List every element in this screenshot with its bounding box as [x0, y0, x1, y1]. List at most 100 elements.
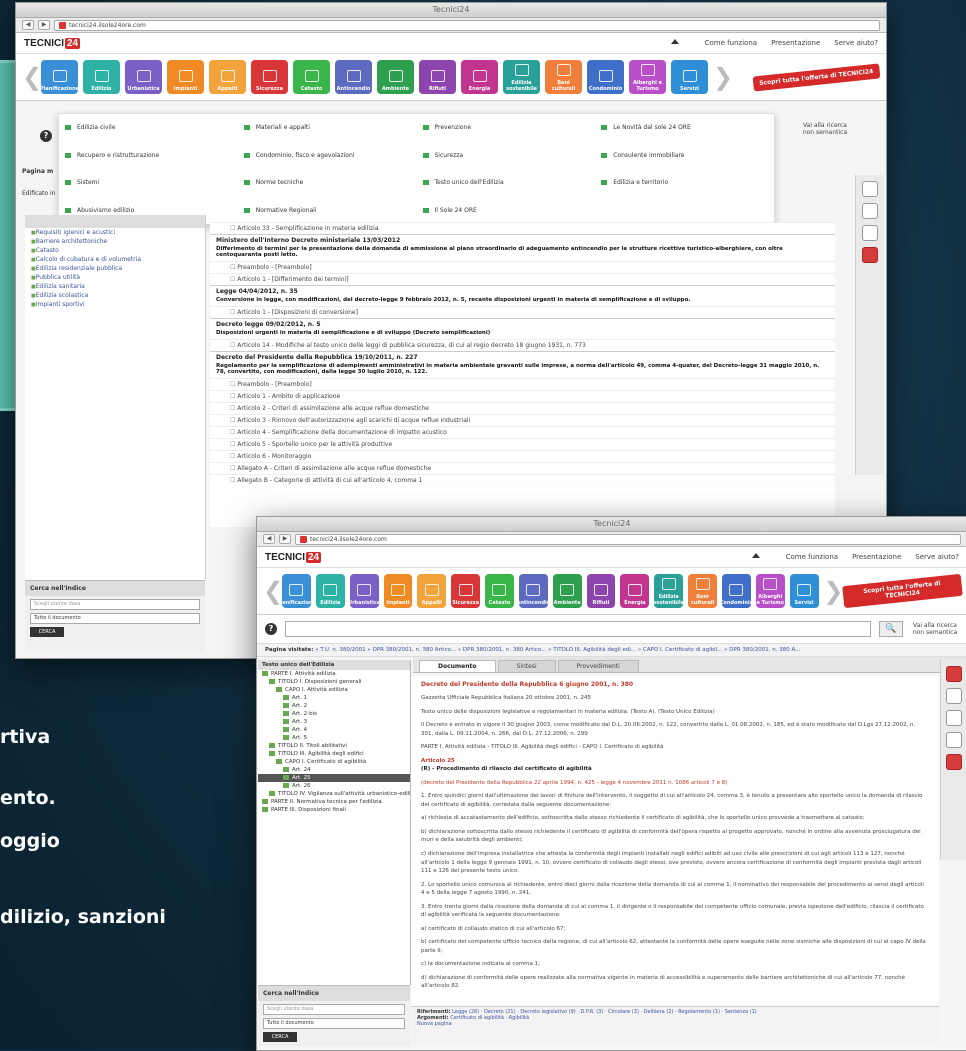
category-tile[interactable]: Sicurezza	[251, 60, 288, 94]
document-article-link[interactable]: Preambolo - [Preambolo]	[210, 261, 835, 273]
scope-select[interactable]: Tutto il documento	[263, 1018, 405, 1029]
semantic-search-input[interactable]	[285, 621, 871, 637]
category-tile[interactable]: Beni culturali	[688, 574, 717, 608]
mega-menu-item[interactable]: Sistemi	[59, 169, 238, 197]
mega-menu-item[interactable]: Normative Regionali	[238, 197, 417, 225]
notes-icon[interactable]	[946, 732, 962, 748]
header-link-aiuto[interactable]: Serve aiuto?	[915, 553, 959, 561]
document-article-link[interactable]: Articolo 1 - [Disposizioni di conversion…	[210, 306, 835, 318]
document-article-link[interactable]: Articolo 1 - [Differimento dei termini]	[210, 273, 835, 285]
tree-node[interactable]: Art. 5	[258, 734, 410, 742]
new-page-link[interactable]: Nuova pagina	[417, 1021, 933, 1027]
toolbar-prev-icon[interactable]: ❮	[263, 568, 283, 614]
search-button[interactable]: CERCA	[263, 1032, 297, 1042]
category-tile[interactable]: Catasto	[293, 60, 330, 94]
document-article-link[interactable]: Articolo 6 - Monitoraggio	[210, 450, 835, 462]
category-tile[interactable]: Ambiente	[552, 574, 582, 608]
mega-menu-item[interactable]: Prevenzione	[417, 114, 596, 142]
category-tile[interactable]: Impianti	[383, 574, 413, 608]
category-tile[interactable]: Pianificazione	[282, 574, 311, 608]
mega-menu-item[interactable]: Condominio, fisco e agevolazioni	[238, 142, 417, 170]
category-tile[interactable]: Impianti	[167, 60, 204, 94]
mega-menu-item[interactable]: Testo unico dell'Edilizia	[417, 169, 596, 197]
search-icon[interactable]: 🔍	[879, 621, 903, 637]
category-tile[interactable]: Edilizia sostenibile	[654, 574, 684, 608]
document-article-link[interactable]: Articolo 14 - Modifiche al testo unico d…	[210, 339, 835, 351]
toolbar-next-icon[interactable]: ❯	[824, 568, 844, 614]
breadcrumb-item[interactable]: T.U. n. 380/2001	[320, 647, 365, 653]
toolbar-next-icon[interactable]: ❯	[713, 54, 733, 100]
category-tile[interactable]: Urbanistica	[349, 574, 379, 608]
category-tile[interactable]: Alberghi e Turismo	[629, 60, 666, 94]
tree-node[interactable]: CAPO I. Attività edilizia	[258, 686, 410, 694]
scope-select[interactable]: Tutto il documento	[30, 613, 200, 624]
category-tile[interactable]: Energia	[620, 574, 650, 608]
sidebar-item[interactable]: Pubblica utilità	[25, 273, 205, 282]
document-article-link[interactable]: Allegato B - Categorie di attività di cu…	[210, 474, 835, 486]
tab-documento[interactable]: Documento	[419, 660, 496, 672]
sidebar-item[interactable]: Edilizia residenziale pubblica	[25, 264, 205, 273]
mega-menu-item[interactable]: Le Novità dal sole 24 ORE	[595, 114, 774, 142]
tree-node[interactable]: TITOLO I. Disposizioni generali	[258, 678, 410, 686]
promo-badge[interactable]: Scopri tutta l'offerta di TECNICI24	[752, 62, 881, 92]
site-logo[interactable]: TECNICI 24	[24, 37, 81, 49]
tree-node[interactable]: Art. 25	[258, 774, 410, 782]
category-tile[interactable]: Appalti	[209, 60, 246, 94]
mega-menu-item[interactable]: Il Sole 24 ORE	[417, 197, 596, 225]
category-tile[interactable]: Catasto	[485, 574, 514, 608]
index-search-input[interactable]: Scegli utente dasa	[263, 1004, 405, 1015]
document-article-link[interactable]: Preambolo - [Preambolo]	[210, 378, 835, 390]
mega-menu-item[interactable]: Sicurezza	[417, 142, 596, 170]
document-article-link[interactable]: Allegato A - Criteri di assimilazione al…	[210, 462, 835, 474]
tree-node[interactable]: Art. 2	[258, 702, 410, 710]
breadcrumb-item[interactable]: DPR 380/2001, n. 380 Artico...	[373, 647, 456, 653]
sidebar-item[interactable]: Impianti sportivi	[25, 300, 205, 309]
back-button[interactable]: ◀	[22, 20, 34, 30]
category-tile[interactable]: Alberghi e Turismo	[755, 574, 785, 608]
document-article-link[interactable]: Articolo 2 - Criteri di assimilazione al…	[210, 402, 835, 414]
copy-icon[interactable]	[862, 203, 878, 219]
semantic-search-hint[interactable]: Vai alla ricerca non semantica	[911, 622, 959, 636]
category-tile[interactable]: Edilizia	[315, 574, 345, 608]
document-title[interactable]: Decreto legge 09/02/2012, n. 5	[210, 318, 835, 330]
category-tile[interactable]: Pianificazione	[41, 60, 78, 94]
document-article-link[interactable]: Articolo 33 - Semplificazione in materia…	[210, 222, 835, 234]
category-tile[interactable]: Servizi	[789, 574, 819, 608]
header-link-come-funziona[interactable]: Come funziona	[705, 39, 758, 47]
category-tile[interactable]: Appalti	[417, 574, 447, 608]
category-tile[interactable]: Ambiente	[377, 60, 414, 94]
category-tile[interactable]: Rifiuti	[419, 60, 456, 94]
document-title[interactable]: Ministero dell'Interno Decreto ministeri…	[210, 234, 835, 246]
document-article-link[interactable]: Articolo 3 - Rinnovo dell'autorizzazione…	[210, 414, 835, 426]
tree-node[interactable]: PARTE III. Disposizioni finali	[258, 806, 410, 814]
help-icon[interactable]: ?	[40, 130, 52, 142]
home-icon[interactable]	[751, 553, 760, 558]
tree-node[interactable]: Art. 4	[258, 726, 410, 734]
sidebar-item[interactable]: Barriere architettoniche	[25, 237, 205, 246]
sidebar-item[interactable]: Requisiti igienici e acustici	[25, 228, 205, 237]
forward-button[interactable]: ▶	[279, 534, 291, 544]
tree-node[interactable]: TITOLO III. Agibilità degli edifici	[258, 750, 410, 758]
sidebar-item[interactable]: Edilizia scolastica	[25, 291, 205, 300]
address-field[interactable]: tecnici24.ilsole24ore.com	[295, 533, 961, 545]
promo-badge[interactable]: Scopri tutta l'offerta di TECNICI24	[841, 573, 962, 609]
document-article-link[interactable]: Articolo 1 - Ambito di applicazione	[210, 390, 835, 402]
tree-node[interactable]: PARTE II. Normativa tecnica per l'ediliz…	[258, 798, 410, 806]
tab-provvedimenti[interactable]: Provvedimenti	[557, 660, 639, 672]
category-tile[interactable]: Rifiuti	[586, 574, 616, 608]
address-field[interactable]: tecnici24.ilsole24ore.com	[54, 19, 880, 31]
index-search-input[interactable]: Scegli utente dasa	[30, 599, 200, 610]
tree-node[interactable]: Art. 26	[258, 782, 410, 790]
sidebar-item[interactable]: Calcolo di cubatura e di volumetria	[25, 255, 205, 264]
site-logo[interactable]: TECNICI 24	[265, 551, 322, 563]
copy-icon[interactable]	[946, 710, 962, 726]
category-tile[interactable]: Beni culturali	[545, 60, 582, 94]
tree-node[interactable]: Art. 1	[258, 694, 410, 702]
header-link-aiuto[interactable]: Serve aiuto?	[834, 39, 878, 47]
tree-node[interactable]: PARTE I. Attività edilizia	[258, 670, 410, 678]
category-tile[interactable]: Urbanistica	[125, 60, 162, 94]
category-tile[interactable]: Sicurezza	[451, 574, 481, 608]
category-tile[interactable]: Antincendio	[335, 60, 372, 94]
tab-sintesi[interactable]: Sintesi	[497, 660, 556, 672]
search-button[interactable]: CERCA	[30, 627, 64, 637]
